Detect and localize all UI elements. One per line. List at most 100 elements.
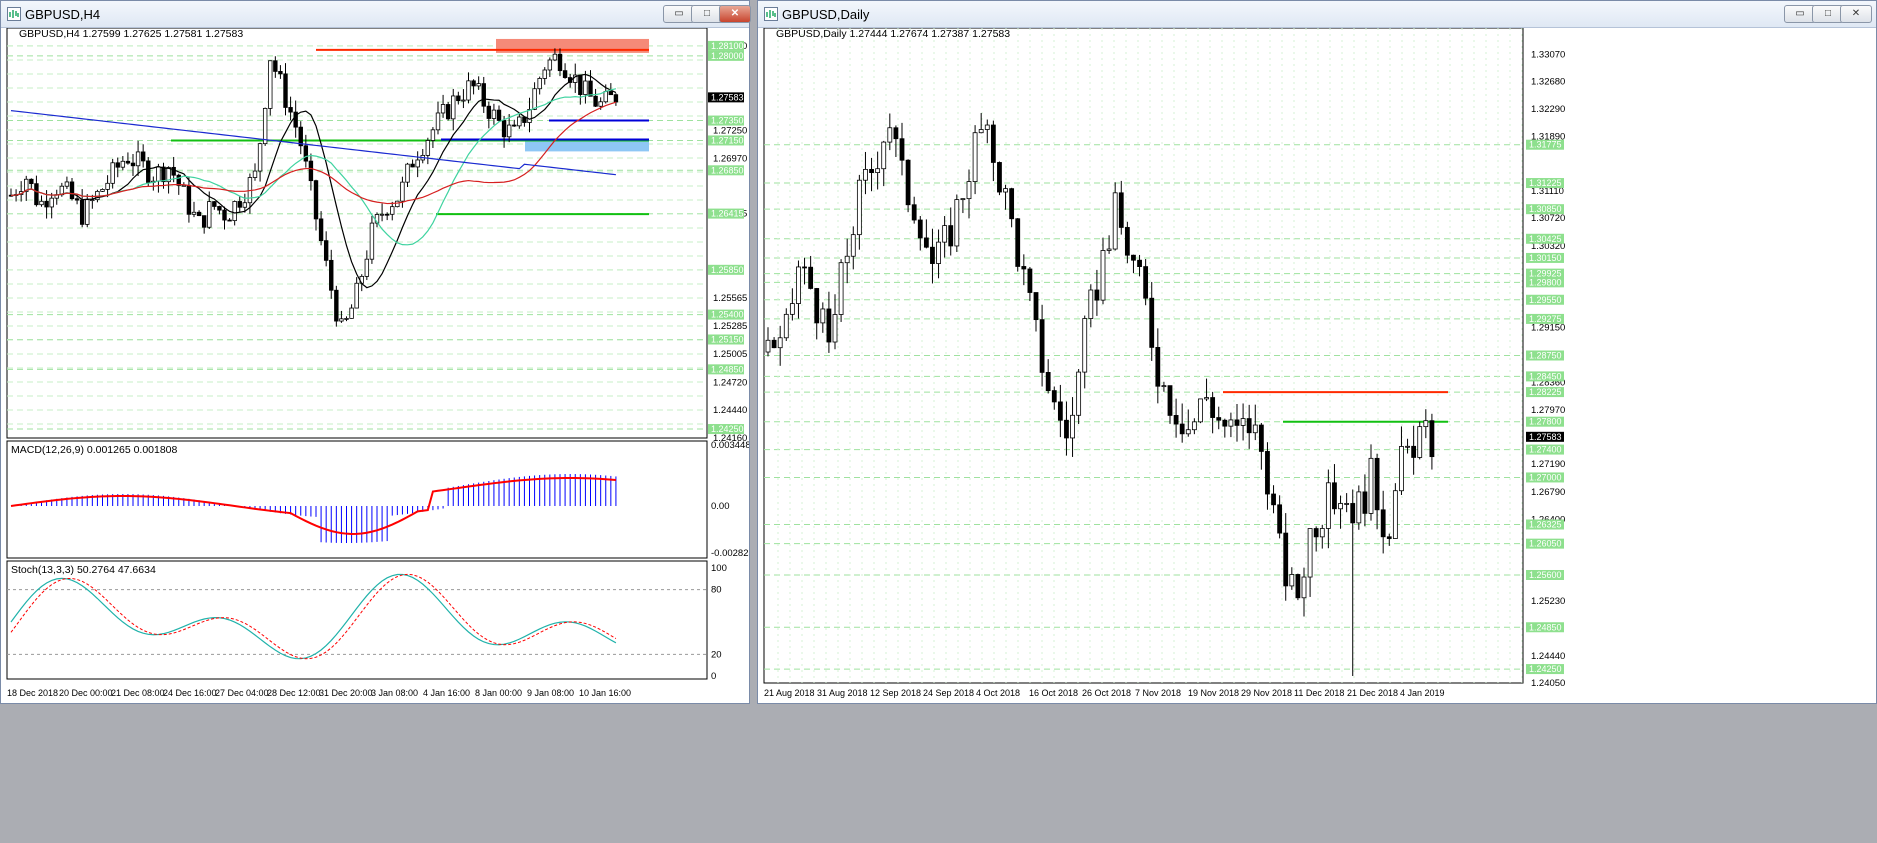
x-axis-label: 21 Aug 2018	[764, 688, 815, 698]
restore-button[interactable]: ✕	[1840, 5, 1872, 23]
candle-body	[176, 174, 181, 186]
candle-body	[79, 199, 85, 225]
candle-body	[349, 307, 354, 319]
candle-body	[415, 159, 420, 168]
candle-body	[456, 95, 461, 102]
stoch-tick: 0	[711, 671, 716, 682]
candle-body	[1070, 414, 1075, 439]
price-tag-label: 1.26325	[1529, 519, 1562, 529]
candle-body	[440, 104, 446, 114]
candle-body	[978, 129, 984, 134]
x-axis-label: 18 Dec 2018	[7, 688, 58, 698]
candle-body	[814, 288, 820, 324]
candle-body	[491, 109, 497, 119]
close-button[interactable]: ✕	[719, 5, 751, 23]
price-tag-label: 1.28450	[1529, 371, 1562, 381]
candle-body	[1228, 419, 1234, 427]
candle-body	[1429, 420, 1435, 458]
candle-body	[313, 180, 319, 220]
candle-body	[997, 162, 1002, 193]
x-axis-label: 9 Jan 08:00	[527, 688, 574, 698]
candle-body	[1405, 445, 1410, 448]
x-axis-label: 12 Sep 2018	[870, 688, 921, 698]
stoch-pane-frame	[6, 560, 708, 680]
candle-body	[1009, 188, 1015, 220]
candle-body	[410, 163, 415, 168]
candle-body	[537, 78, 542, 90]
candle-body	[435, 112, 441, 131]
stoch-signal-line	[10, 573, 617, 660]
price-tick: 1.24440	[713, 405, 747, 416]
support-zone	[525, 140, 649, 152]
candle-body	[1301, 576, 1307, 599]
candle-body	[257, 143, 263, 172]
x-axis-label: 4 Jan 16:00	[423, 688, 470, 698]
right-chart-canvas[interactable]: 1.330701.326801.322901.318901.311101.307…	[758, 28, 1876, 704]
candle-body	[69, 181, 75, 200]
candle-body	[329, 259, 334, 291]
candle-body	[1362, 491, 1368, 514]
price-tag-label: 1.26050	[1529, 539, 1562, 549]
current-price-label: 1.27583	[711, 92, 744, 102]
candle-body	[1332, 482, 1337, 510]
candle-body	[85, 199, 90, 225]
candle-body	[344, 317, 349, 320]
x-axis-label: 7 Nov 2018	[1135, 688, 1181, 698]
candle-body	[130, 162, 136, 167]
candle-body	[820, 308, 826, 324]
candle-body	[232, 201, 237, 222]
candle-body	[283, 73, 288, 108]
candle-body	[1021, 266, 1027, 270]
right-window-title: GBPUSD,Daily	[782, 7, 870, 22]
x-axis-label: 4 Jan 2019	[1400, 688, 1445, 698]
candle-body	[44, 200, 49, 208]
candle-body	[1246, 418, 1252, 434]
candle-body	[115, 162, 120, 168]
candle-body	[384, 213, 390, 216]
candle-body	[1271, 493, 1276, 506]
price-tag-label: 1.24850	[711, 364, 744, 374]
stoch-tick: 100	[711, 563, 727, 574]
candle-body	[1143, 266, 1149, 299]
x-axis-label: 28 Dec 12:00	[267, 688, 321, 698]
price-tag-label: 1.29275	[1529, 314, 1562, 324]
x-axis-label: 11 Dec 2018	[1294, 688, 1344, 698]
stoch-main-line	[10, 573, 617, 660]
candle-body	[765, 339, 771, 353]
candle-body	[186, 184, 192, 215]
left-chart-canvas[interactable]: 1.281001.272501.269701.264151.255651.252…	[1, 28, 749, 704]
candle-body	[1319, 528, 1325, 538]
candle-body	[1124, 227, 1130, 256]
candle-body	[1094, 289, 1100, 301]
price-tag-label: 1.27400	[1529, 445, 1562, 455]
price-tick: 1.27190	[1531, 459, 1565, 470]
price-tag-label: 1.24250	[711, 424, 744, 434]
right-chart-window[interactable]: GBPUSD,Daily ▭ □ ✕ 1.33070 1.32680 1.32290…	[757, 0, 1877, 704]
candle-body	[1374, 457, 1380, 511]
candle-body	[552, 53, 558, 61]
candle-body	[1307, 528, 1313, 578]
candle-body	[1131, 254, 1136, 261]
price-tag-label: 1.25850	[711, 265, 744, 275]
price-tick: 1.29150	[1531, 323, 1565, 334]
candle-body	[942, 225, 948, 243]
candle-body	[783, 313, 789, 339]
candle-body	[972, 132, 978, 182]
candle-body	[1423, 420, 1429, 428]
candle-body	[1167, 385, 1173, 416]
candle-body	[1106, 248, 1112, 251]
candle-body	[425, 140, 431, 156]
candle-body	[869, 168, 874, 174]
left-chart-window[interactable]: GBPUSD,H4 ▭ □ ✕ 1.281001.272501.269701.2…	[0, 0, 751, 704]
candle-body	[1118, 192, 1124, 228]
candle-body	[100, 188, 105, 192]
left-title-bar[interactable]: GBPUSD,H4 ▭ □ ✕	[1, 1, 751, 28]
candle-body	[954, 199, 960, 247]
price-tag-label: 1.31225	[1529, 178, 1562, 188]
price-tag-label: 1.26415	[711, 209, 744, 219]
right-title-bar[interactable]: GBPUSD,Daily ▭ □ ✕	[758, 1, 1876, 28]
candle-body	[527, 109, 532, 123]
candle-body	[838, 262, 844, 315]
candle-body	[1088, 289, 1094, 319]
candle-body	[948, 225, 954, 247]
